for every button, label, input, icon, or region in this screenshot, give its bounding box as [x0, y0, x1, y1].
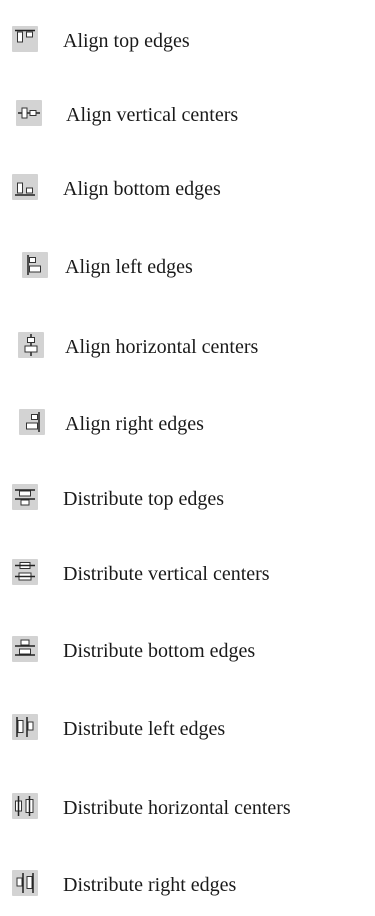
distribute-vertical-centers-label: Distribute vertical centers: [63, 563, 270, 585]
distribute-horizontal-centers-item[interactable]: Distribute horizontal centers: [0, 789, 375, 829]
align-horizontal-centers-icon[interactable]: [18, 332, 44, 358]
distribute-horizontal-centers-icon[interactable]: [12, 793, 38, 819]
align-left-edges-label: Align left edges: [65, 256, 193, 278]
align-left-edges-item[interactable]: Align left edges: [0, 248, 375, 288]
distribute-left-edges-icon[interactable]: [12, 714, 38, 740]
distribute-bottom-edges-label: Distribute bottom edges: [63, 640, 256, 662]
distribute-left-edges-label: Distribute left edges: [63, 718, 226, 740]
align-top-edges-label: Align top edges: [63, 30, 190, 52]
distribute-horizontal-centers-label: Distribute horizontal centers: [63, 797, 291, 819]
distribute-right-edges-label: Distribute right edges: [63, 874, 237, 896]
align-horizontal-centers-item[interactable]: Align horizontal centers: [0, 328, 375, 368]
distribute-bottom-edges-item[interactable]: Distribute bottom edges: [0, 632, 375, 672]
align-left-edges-icon[interactable]: [22, 252, 48, 278]
align-vertical-centers-icon[interactable]: [16, 100, 42, 126]
align-right-edges-label: Align right edges: [65, 413, 204, 435]
distribute-bottom-edges-icon[interactable]: [12, 636, 38, 662]
align-vertical-centers-item[interactable]: Align vertical centers: [0, 96, 375, 136]
distribute-top-edges-item[interactable]: Distribute top edges: [0, 480, 375, 520]
distribute-left-edges-item[interactable]: Distribute left edges: [0, 710, 375, 750]
distribute-top-edges-label: Distribute top edges: [63, 488, 225, 510]
align-horizontal-centers-label: Align horizontal centers: [65, 336, 259, 358]
align-right-edges-icon[interactable]: [19, 409, 45, 435]
align-top-edges-item[interactable]: Align top edges: [0, 22, 375, 62]
align-bottom-edges-icon[interactable]: [12, 174, 38, 200]
distribute-top-edges-icon[interactable]: [12, 484, 38, 510]
distribute-vertical-centers-icon[interactable]: [12, 559, 38, 585]
align-top-edges-icon[interactable]: [12, 26, 38, 52]
distribute-right-edges-item[interactable]: Distribute right edges: [0, 866, 375, 906]
distribute-right-edges-icon[interactable]: [12, 870, 38, 896]
align-right-edges-item[interactable]: Align right edges: [0, 405, 375, 445]
align-bottom-edges-item[interactable]: Align bottom edges: [0, 170, 375, 210]
align-bottom-edges-label: Align bottom edges: [63, 178, 221, 200]
distribute-vertical-centers-item[interactable]: Distribute vertical centers: [0, 555, 375, 595]
align-vertical-centers-label: Align vertical centers: [66, 104, 239, 126]
